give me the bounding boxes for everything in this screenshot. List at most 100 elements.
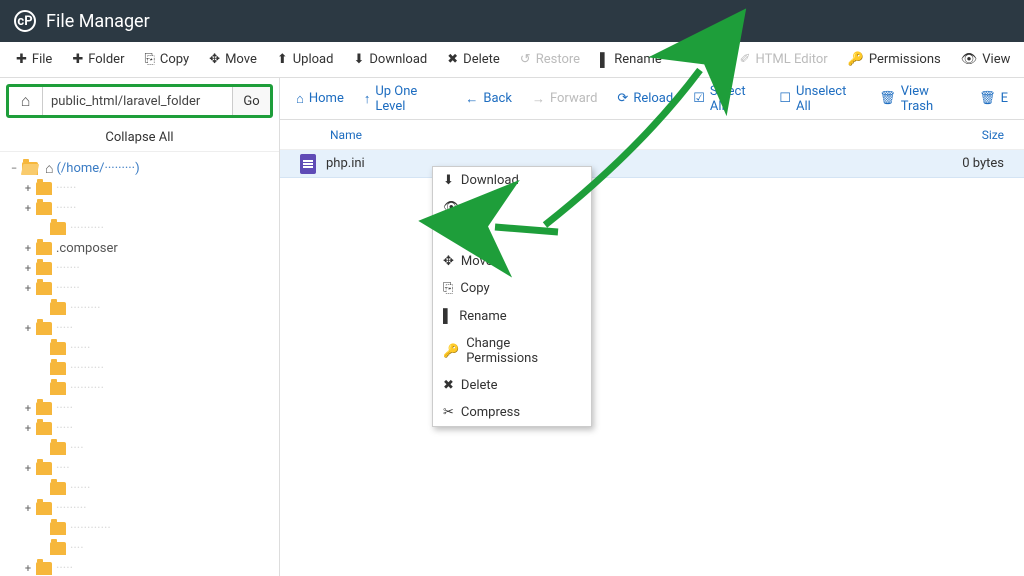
- context-menu: ⬇Download 👁View ✎Edit ✥Move ⎘Copy ▌Renam…: [432, 166, 592, 427]
- go-button[interactable]: Go: [232, 87, 270, 115]
- folder-icon: [36, 202, 52, 215]
- folder-open-icon: [22, 162, 38, 175]
- html-editor-icon: ✐: [740, 52, 751, 67]
- tree-item[interactable]: +·····: [8, 318, 271, 338]
- extract-button-partial[interactable]: 📦E: [1020, 46, 1024, 73]
- select-all-action[interactable]: ☑Select All: [683, 78, 769, 120]
- rename-button[interactable]: ▌Rename: [590, 46, 672, 74]
- folder-tree[interactable]: − ⌂ (/home/·········) +······+··········…: [0, 152, 279, 576]
- column-size[interactable]: Size: [924, 128, 1004, 142]
- folder-button[interactable]: ✚Folder: [62, 46, 134, 73]
- folder-icon: [50, 222, 66, 235]
- tree-item[interactable]: ······: [8, 338, 271, 358]
- tree-item[interactable]: +······: [8, 178, 271, 198]
- move-button[interactable]: ✥Move: [199, 46, 267, 73]
- tree-item[interactable]: +·········: [8, 498, 271, 518]
- file-icon: [300, 154, 316, 174]
- tree-item[interactable]: +·····: [8, 418, 271, 438]
- tree-item[interactable]: +····: [8, 458, 271, 478]
- tree-item[interactable]: ····: [8, 538, 271, 558]
- collapse-all-button[interactable]: Collapse All: [0, 124, 279, 152]
- unselect-all-action[interactable]: ☐Unselect All: [769, 78, 869, 120]
- context-rename[interactable]: ▌Rename: [433, 302, 591, 330]
- main-panel: ⌂Home ↑Up One Level ←Back →Forward ⟳Relo…: [280, 78, 1024, 576]
- folder-icon: [50, 442, 66, 455]
- tree-item[interactable]: ····: [8, 438, 271, 458]
- tree-item[interactable]: +.composer: [8, 238, 271, 258]
- download-button[interactable]: ⬇Download: [343, 46, 437, 73]
- tree-item[interactable]: +·······: [8, 258, 271, 278]
- restore-button: ↺Restore: [510, 46, 590, 73]
- home-button[interactable]: ⌂: [9, 87, 43, 115]
- tree-root[interactable]: − ⌂ (/home/·········): [8, 158, 271, 178]
- folder-icon: [36, 462, 52, 475]
- home-action[interactable]: ⌂Home: [286, 85, 354, 113]
- delete-icon: ✖: [443, 378, 454, 393]
- file-name: php.ini: [326, 156, 962, 171]
- key-icon: 🔑: [848, 52, 864, 67]
- folder-icon: [50, 302, 66, 315]
- folder-icon: [36, 402, 52, 415]
- context-delete[interactable]: ✖Delete: [433, 372, 591, 399]
- context-change-permissions[interactable]: 🔑Change Permissions: [433, 330, 591, 372]
- forward-action: →Forward: [522, 85, 607, 113]
- delete-button[interactable]: ✖Delete: [437, 46, 510, 73]
- context-copy[interactable]: ⎘Copy: [433, 275, 591, 302]
- move-icon: ✥: [209, 52, 220, 67]
- unselect-all-icon: ☐: [779, 91, 791, 106]
- folder-icon: [36, 322, 52, 335]
- tree-item[interactable]: ··········: [8, 378, 271, 398]
- folder-icon: [50, 342, 66, 355]
- trash-icon: 🗑: [879, 91, 896, 106]
- context-move[interactable]: ✥Move: [433, 248, 591, 275]
- context-compress[interactable]: ✂Compress: [433, 399, 591, 426]
- folder-icon: [36, 282, 52, 295]
- home-icon: ⌂: [45, 160, 53, 177]
- compress-icon: ✂: [443, 405, 454, 420]
- path-bar: ⌂ Go: [6, 84, 273, 118]
- pencil-icon: ✎: [682, 52, 693, 67]
- tree-item[interactable]: ·········: [8, 298, 271, 318]
- tree-item[interactable]: +·······: [8, 278, 271, 298]
- view-button[interactable]: 👁View: [951, 46, 1021, 73]
- html-editor-button: ✐HTML Editor: [730, 46, 838, 73]
- folder-icon: [36, 422, 52, 435]
- tree-item[interactable]: ············: [8, 518, 271, 538]
- edit-button[interactable]: ✎Edit: [672, 46, 730, 73]
- tree-item[interactable]: ··········: [8, 358, 271, 378]
- copy-icon: ⎘: [443, 281, 453, 296]
- restore-icon: ↺: [520, 52, 531, 67]
- tree-item[interactable]: ··········: [8, 218, 271, 238]
- empty-trash-action-partial[interactable]: 🗑E: [969, 85, 1018, 112]
- file-table-header[interactable]: Name Size: [280, 120, 1024, 150]
- eye-icon: 👁: [443, 200, 460, 215]
- file-button[interactable]: ✚File: [6, 46, 62, 73]
- permissions-button[interactable]: 🔑Permissions: [838, 46, 951, 73]
- reload-icon: ⟳: [617, 91, 628, 106]
- back-action[interactable]: ←Back: [455, 85, 522, 113]
- reload-action[interactable]: ⟳Reload: [607, 85, 683, 112]
- context-view[interactable]: 👁View: [433, 194, 591, 221]
- view-trash-action[interactable]: 🗑View Trash: [869, 78, 969, 120]
- delete-icon: ✖: [447, 52, 458, 67]
- copy-button[interactable]: ⎘Copy: [134, 46, 199, 73]
- plus-icon: ✚: [72, 52, 83, 67]
- folder-icon: [50, 482, 66, 495]
- upload-button[interactable]: ⬆Upload: [267, 46, 344, 73]
- tree-item[interactable]: +·····: [8, 398, 271, 418]
- context-edit[interactable]: ✎Edit: [433, 221, 591, 248]
- sidebar: ⌂ Go Collapse All − ⌂ (/home/·········) …: [0, 78, 280, 576]
- select-all-icon: ☑: [693, 91, 705, 106]
- context-download[interactable]: ⬇Download: [433, 167, 591, 194]
- tree-item[interactable]: +······: [8, 198, 271, 218]
- download-icon: ⬇: [353, 52, 364, 67]
- tree-item[interactable]: ······: [8, 478, 271, 498]
- tree-item[interactable]: +·····: [8, 558, 271, 576]
- trash-icon: 🗑: [979, 91, 996, 106]
- up-one-level-action[interactable]: ↑Up One Level: [354, 78, 456, 120]
- table-row[interactable]: php.ini 0 bytes: [280, 150, 1024, 178]
- path-input[interactable]: [43, 87, 232, 115]
- folder-icon: [36, 562, 52, 575]
- folder-icon: [36, 182, 52, 195]
- column-name[interactable]: Name: [300, 128, 924, 142]
